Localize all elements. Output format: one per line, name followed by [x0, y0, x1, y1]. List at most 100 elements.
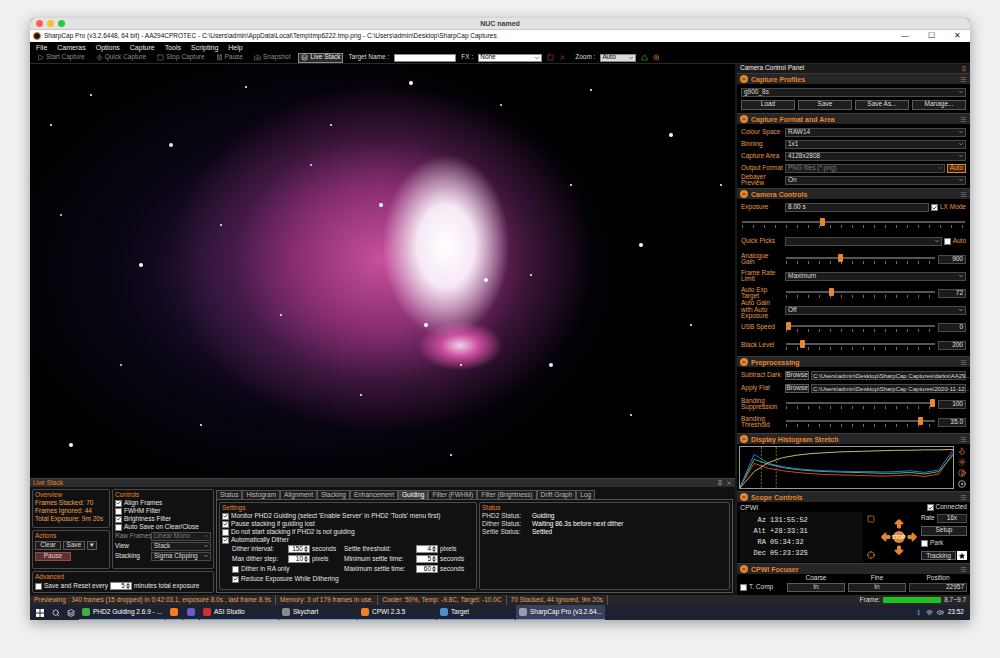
wifi-icon[interactable] — [926, 609, 933, 616]
zoom-select[interactable]: Auto — [600, 54, 636, 62]
checkbox[interactable] — [222, 513, 229, 520]
slider[interactable] — [786, 254, 935, 265]
menu-item[interactable]: Cameras — [57, 44, 85, 51]
move-north-icon[interactable] — [893, 518, 905, 530]
taskbar-item[interactable] — [183, 605, 199, 620]
section-menu-icon[interactable] — [960, 191, 967, 198]
quick-picks-select[interactable] — [785, 237, 942, 246]
volume-icon[interactable] — [937, 609, 944, 616]
settings-checkbox-row[interactable]: Pause stacking if guiding lost — [222, 520, 474, 528]
collapse-icon[interactable] — [740, 115, 748, 123]
tab[interactable]: Stacking — [317, 490, 350, 499]
contrast-icon[interactable] — [958, 469, 966, 477]
section-menu-icon[interactable] — [960, 359, 967, 366]
save-menu-button[interactable]: ▾ — [87, 541, 97, 550]
spin-box[interactable]: 10 — [288, 555, 310, 563]
window-control[interactable]: — — [892, 32, 918, 40]
pause-button[interactable]: Pause — [35, 552, 71, 561]
menu-item[interactable]: Help — [228, 44, 242, 51]
menu-item[interactable]: Scripting — [191, 44, 218, 51]
spin-box[interactable]: 60 — [416, 565, 438, 573]
move-south-icon[interactable] — [893, 544, 905, 556]
close-icon[interactable] — [726, 480, 732, 486]
value-field[interactable]: 900 — [938, 255, 966, 264]
auto-checkbox[interactable] — [944, 238, 951, 245]
control-checkbox-row[interactable]: FWHM Filter — [115, 507, 211, 515]
section-menu-icon[interactable] — [960, 566, 967, 573]
connected-checkbox[interactable] — [927, 504, 934, 511]
checkbox[interactable] — [115, 500, 122, 507]
section-header[interactable]: Scope Controls — [737, 491, 970, 502]
checkbox[interactable] — [115, 524, 122, 531]
collapse-icon[interactable] — [740, 435, 748, 443]
taskbar-item[interactable]: CPWI 2.3.5 — [358, 605, 436, 620]
clock[interactable]: 23:52 — [948, 609, 964, 616]
slider-thumb[interactable] — [838, 254, 843, 262]
close-dot[interactable] — [36, 20, 43, 27]
dropdown[interactable]: Sigma Clipping — [151, 552, 211, 561]
pin-icon[interactable] — [961, 66, 967, 72]
window-control[interactable]: ☐ — [918, 32, 944, 40]
section-header[interactable]: Camera Controls — [737, 188, 970, 199]
value-field[interactable]: 100 — [938, 400, 966, 409]
checkbox[interactable] — [222, 521, 229, 528]
setup-button[interactable]: Setup — [921, 526, 967, 536]
checkbox[interactable] — [35, 583, 42, 590]
tab[interactable]: Histogram — [242, 490, 280, 499]
spin-arrows-icon[interactable] — [304, 556, 308, 562]
taskbar-item[interactable]: Target — [437, 605, 515, 620]
exposure-slider[interactable] — [742, 218, 965, 229]
dropdown[interactable]: 4128x2808 — [785, 152, 966, 161]
dropdown[interactable]: Stack — [151, 542, 211, 551]
value-field[interactable]: 200 — [938, 341, 966, 350]
pin-icon[interactable] — [717, 480, 723, 486]
spin-arrows-icon[interactable] — [432, 546, 436, 552]
spin-box[interactable]: 5 — [110, 582, 132, 590]
settings-checkbox-row[interactable]: Monitor PHD2 Guiding (select 'Enable Ser… — [222, 512, 474, 520]
settings-checkbox-row[interactable]: Do not start stacking if PHD2 is not gui… — [222, 528, 474, 536]
spin-arrows-icon[interactable] — [432, 556, 436, 562]
taskbar-item[interactable] — [166, 605, 182, 620]
mid-point-marker[interactable] — [776, 447, 777, 488]
slider-thumb[interactable] — [800, 340, 805, 348]
menu-item[interactable]: Tools — [165, 44, 181, 51]
focus-in-button[interactable]: In — [787, 583, 845, 592]
dropdown[interactable]: Maximum — [785, 272, 966, 281]
menu-item[interactable]: File — [36, 44, 47, 51]
tab[interactable]: Log — [576, 490, 595, 499]
browse-button[interactable]: Browse — [785, 371, 809, 380]
control-checkbox-row[interactable]: Brightness Filter — [115, 515, 211, 523]
section-menu-icon[interactable] — [960, 494, 967, 501]
dropdown[interactable]: 1x1 — [785, 140, 966, 149]
value-field[interactable]: 8.00 s — [785, 203, 929, 212]
histogram-chart[interactable] — [739, 446, 954, 489]
checkbox[interactable] — [222, 537, 229, 544]
section-header[interactable]: Capture Format and Area — [737, 113, 970, 124]
slider-thumb[interactable] — [918, 417, 923, 425]
tracking-mode-select[interactable] — [957, 551, 967, 560]
section-menu-icon[interactable] — [960, 116, 967, 123]
minimize-dot[interactable] — [47, 20, 54, 27]
value-field[interactable]: 22957 — [909, 583, 967, 592]
tab[interactable]: Enhancement — [350, 490, 398, 499]
spin-box[interactable]: 5 — [416, 555, 438, 563]
fx-clear-icon[interactable] — [559, 54, 566, 61]
value-field[interactable]: 0 — [938, 323, 966, 332]
menu-item[interactable]: Options — [96, 44, 120, 51]
tab[interactable]: Filter (Brightness) — [477, 490, 536, 499]
fx-settings-icon[interactable] — [547, 54, 554, 61]
profile-select[interactable]: g900_8s — [741, 88, 966, 97]
section-header[interactable]: Display Histogram Stretch — [737, 433, 970, 444]
spin-box[interactable]: 150 — [288, 545, 310, 553]
menu-item[interactable]: Capture — [130, 44, 155, 51]
collapse-icon[interactable] — [740, 190, 748, 198]
tcomp-checkbox[interactable] — [740, 584, 747, 591]
slider[interactable] — [786, 417, 935, 428]
profile-button[interactable]: Load — [741, 100, 795, 110]
section-menu-icon[interactable] — [960, 436, 967, 443]
rate-select[interactable]: 16x — [937, 514, 967, 523]
search-icon[interactable] — [52, 609, 60, 617]
slider[interactable] — [786, 399, 935, 410]
save-button[interactable]: Save — [63, 541, 85, 550]
toolbar-button[interactable]: Live Stack — [298, 53, 343, 63]
